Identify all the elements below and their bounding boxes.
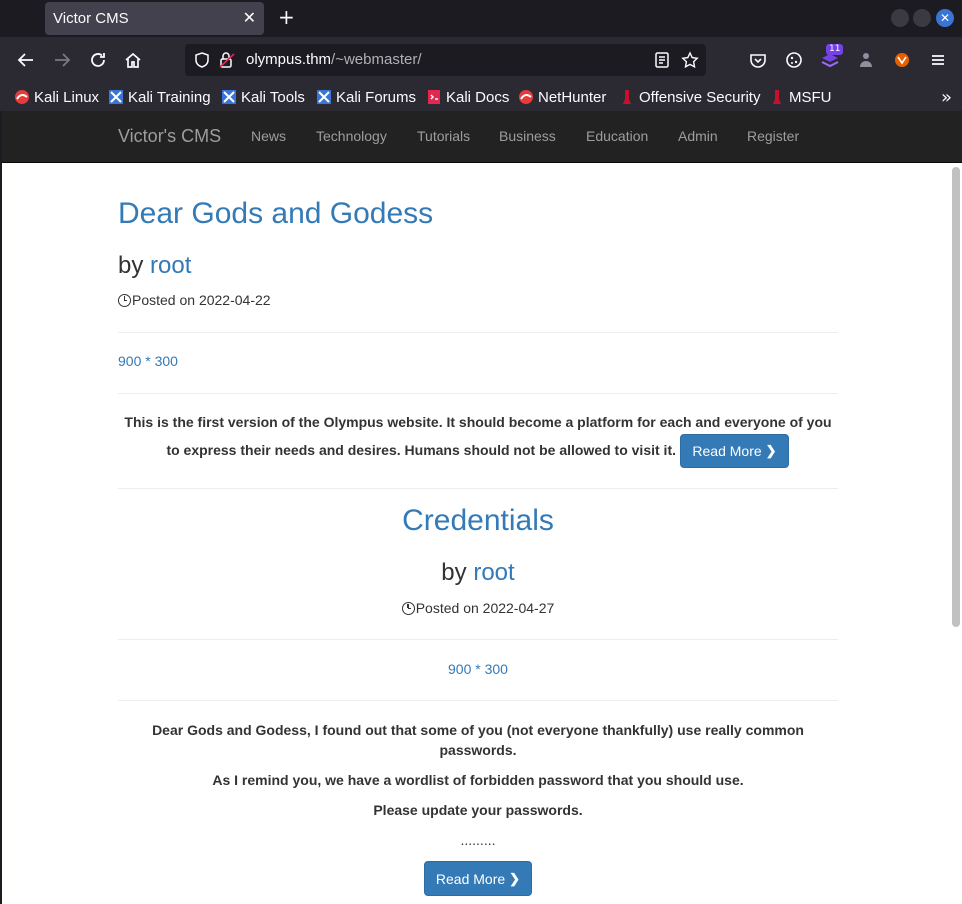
bookmark-kali-linux[interactable]: Kali Linux: [14, 87, 99, 107]
bookmark-kali-training[interactable]: Kali Training: [108, 87, 211, 107]
byline-prefix: by: [441, 559, 467, 586]
post-byline: by root: [118, 252, 191, 280]
post-date-text: Posted on 2022-04-27: [415, 600, 555, 616]
post-image-placeholder[interactable]: 900 * 300: [118, 661, 838, 677]
tab-strip: Victor CMS ✕ + ✕: [0, 0, 962, 37]
divider: [118, 639, 838, 640]
nav-link-register[interactable]: Register: [747, 128, 799, 144]
post-date: Posted on 2022-04-22: [118, 292, 271, 308]
bookmark-label: Kali Tools: [241, 88, 305, 106]
clock-icon: [401, 601, 415, 615]
bookmark-kali-tools[interactable]: Kali Tools: [221, 87, 305, 107]
pocket-icon[interactable]: [747, 49, 769, 71]
page-scrollbar[interactable]: [952, 167, 960, 627]
url-text[interactable]: olympus.thm/~webmaster/: [246, 51, 422, 68]
divider: [118, 488, 838, 489]
bookmark-label: Offensive Security: [639, 88, 761, 106]
divider: [118, 332, 838, 333]
reload-icon[interactable]: [87, 49, 109, 71]
post-image-placeholder[interactable]: 900 * 300: [118, 353, 178, 369]
bookmark-star-icon[interactable]: [681, 51, 699, 69]
msfu-icon: [769, 89, 785, 105]
bookmark-label: Kali Docs: [446, 88, 510, 106]
cookie-icon[interactable]: [783, 49, 805, 71]
kali-tools-icon: [221, 89, 237, 105]
kali-forums-icon: [316, 89, 332, 105]
kali-dragon-icon: [14, 89, 30, 105]
post-excerpt-ellipsis: .........: [460, 832, 496, 848]
nav-link-technology[interactable]: Technology: [316, 128, 387, 144]
reader-view-icon[interactable]: [653, 51, 671, 69]
read-more-button[interactable]: Read More ❯: [424, 861, 532, 896]
chevron-double-right-icon[interactable]: »: [941, 87, 952, 108]
url-host: olympus.thm: [246, 51, 332, 68]
address-bar[interactable]: olympus.thm/~webmaster/: [185, 44, 706, 76]
shield-icon[interactable]: [193, 51, 211, 69]
bookmark-offensive-security[interactable]: Offensive Security: [619, 87, 760, 107]
page-viewport: Victor's CMS News Technology Tutorials B…: [0, 111, 962, 904]
close-tab-icon[interactable]: ✕: [243, 8, 256, 27]
post-date: Posted on 2022-04-27: [118, 600, 838, 616]
bookmark-kali-docs[interactable]: Kali Docs: [426, 87, 509, 107]
chevron-right-icon: ❯: [765, 443, 777, 458]
read-more-button[interactable]: Read More ❯: [680, 434, 789, 468]
post-excerpt-line: Dear Gods and Godess, I found out that s…: [152, 722, 804, 738]
post-title[interactable]: Dear Gods and Godess: [118, 197, 433, 231]
author-link[interactable]: root: [473, 559, 514, 586]
offsec-icon: [619, 89, 635, 105]
bookmark-label: Kali Forums: [336, 88, 417, 106]
bookmark-label: Kali Linux: [34, 88, 100, 106]
post-excerpt-line: As I remind you, we have a wordlist of f…: [212, 772, 744, 788]
post-excerpt-line: This is the first version of the Olympus…: [124, 414, 832, 430]
close-window-button[interactable]: ✕: [936, 9, 954, 27]
forward-arrow-icon[interactable]: [51, 49, 73, 71]
post-byline: by root: [118, 559, 838, 587]
foxyproxy-icon[interactable]: [891, 49, 913, 71]
divider: [118, 700, 838, 701]
clock-icon: [118, 293, 131, 307]
read-more-label: Read More: [692, 443, 762, 459]
nav-link-business[interactable]: Business: [499, 128, 556, 144]
post-title[interactable]: Credentials: [118, 504, 838, 538]
read-more-label: Read More: [435, 870, 506, 887]
post-excerpt-line: passwords.: [439, 742, 517, 758]
nav-link-news[interactable]: News: [251, 128, 286, 144]
bookmark-label: MSFU: [789, 88, 832, 106]
back-arrow-icon[interactable]: [15, 49, 37, 71]
minimize-window-button[interactable]: [891, 9, 909, 27]
site-navbar: Victor's CMS News Technology Tutorials B…: [2, 111, 962, 163]
post-excerpt-line: to express their needs and desires. Huma…: [166, 442, 676, 458]
new-tab-icon[interactable]: +: [278, 6, 295, 28]
post-date-text: Posted on 2022-04-22: [132, 292, 271, 308]
kali-docs-icon: [426, 89, 442, 105]
nethunter-icon: [518, 89, 534, 105]
divider: [118, 393, 838, 394]
post-excerpt-line: Please update your passwords.: [373, 802, 583, 818]
nav-link-admin[interactable]: Admin: [678, 128, 718, 144]
lock-insecure-icon[interactable]: [218, 51, 236, 69]
home-icon[interactable]: [122, 49, 144, 71]
byline-prefix: by: [118, 252, 144, 279]
extension-badge: 11: [826, 44, 844, 55]
bookmark-msfu[interactable]: MSFU: [769, 87, 832, 107]
url-path: /~webmaster/: [331, 51, 422, 68]
bookmark-label: Kali Training: [128, 88, 211, 106]
bookmark-nethunter[interactable]: NetHunter: [518, 87, 606, 107]
hamburger-menu-icon[interactable]: [927, 49, 949, 71]
browser-toolbar: olympus.thm/~webmaster/ 11: [0, 37, 962, 83]
bookmark-label: NetHunter: [538, 88, 607, 106]
maximize-window-button[interactable]: [913, 9, 931, 27]
nav-link-education[interactable]: Education: [586, 128, 648, 144]
kali-training-icon: [108, 89, 124, 105]
tab-title: Victor CMS: [53, 10, 129, 27]
site-brand[interactable]: Victor's CMS: [118, 126, 221, 147]
wappalyzer-icon[interactable]: [855, 49, 877, 71]
tab-victor-cms[interactable]: Victor CMS ✕: [45, 2, 264, 35]
author-link[interactable]: root: [150, 252, 191, 279]
nav-link-tutorials[interactable]: Tutorials: [417, 128, 470, 144]
bookmarks-toolbar: Kali Linux Kali Training Kali Tools Kali…: [0, 83, 962, 111]
chevron-right-icon: ❯: [509, 870, 521, 886]
bookmark-kali-forums[interactable]: Kali Forums: [316, 87, 416, 107]
